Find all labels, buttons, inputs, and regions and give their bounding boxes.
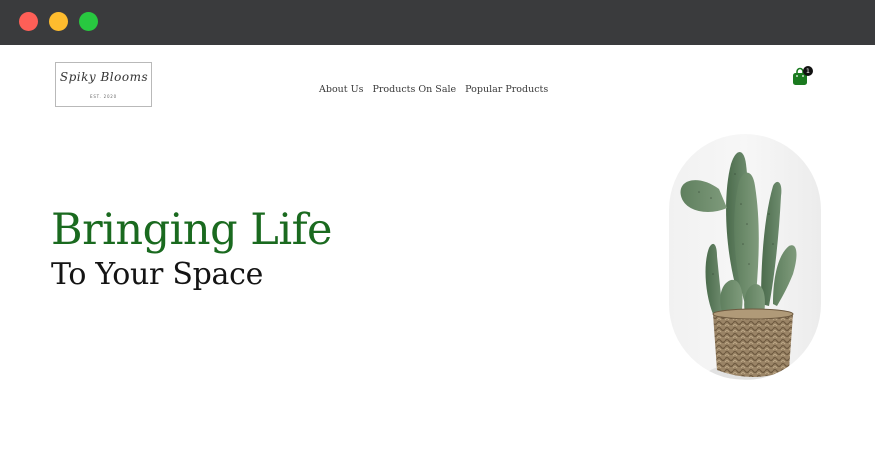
window-titlebar	[0, 0, 875, 45]
brand-logo[interactable]: Spiky Blooms EST. 2020	[55, 62, 152, 107]
main-nav: About Us Products On Sale Popular Produc…	[319, 84, 548, 95]
nav-popular-products[interactable]: Popular Products	[465, 84, 548, 95]
window-maximize-button[interactable]	[79, 12, 98, 31]
cart-count-badge: 1	[803, 66, 813, 76]
logo-est-text: EST. 2020	[90, 94, 117, 99]
hero-subtitle: To Your Space	[51, 257, 264, 292]
cart-button[interactable]: 1	[792, 65, 814, 87]
hero-cactus-image	[669, 134, 821, 380]
hero-title: Bringing Life	[51, 205, 332, 255]
window-close-button[interactable]	[19, 12, 38, 31]
page-content: Spiky Blooms EST. 2020 About Us Products…	[0, 45, 875, 459]
logo-script-text: Spiky Blooms	[59, 70, 149, 84]
nav-products-on-sale[interactable]: Products On Sale	[373, 84, 457, 95]
window-minimize-button[interactable]	[49, 12, 68, 31]
nav-about-us[interactable]: About Us	[319, 84, 364, 95]
